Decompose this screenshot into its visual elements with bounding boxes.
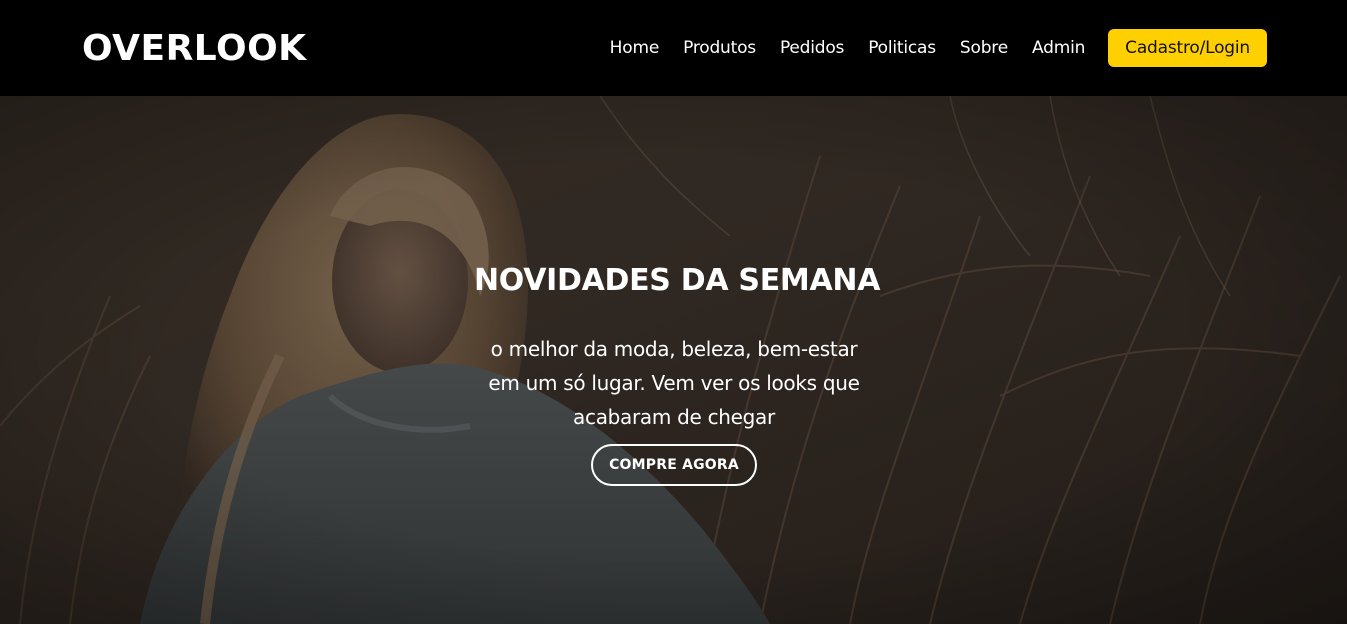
nav-politicas-link[interactable]: Politicas [868, 29, 936, 67]
hero-content: NOVIDADES DA SEMANA o melhor da moda, be… [474, 256, 881, 486]
shop-now-button[interactable]: COMPRE AGORA [591, 444, 757, 486]
hero-title: NOVIDADES DA SEMANA [474, 263, 881, 298]
nav-admin-link[interactable]: Admin [1032, 29, 1085, 67]
nav-sobre-link[interactable]: Sobre [960, 29, 1008, 67]
nav-produtos-link[interactable]: Produtos [683, 29, 756, 67]
hero-description: o melhor da moda, beleza, bem-estar em u… [488, 337, 860, 429]
brand-logo[interactable]: OVERLOOK [82, 28, 307, 70]
hero-banner: NOVIDADES DA SEMANA o melhor da moda, be… [0, 96, 1347, 624]
main-nav: Home Produtos Pedidos Politicas Sobre Ad… [610, 29, 1267, 67]
top-navbar: OVERLOOK Home Produtos Pedidos Politicas… [0, 0, 1347, 96]
nav-pedidos-link[interactable]: Pedidos [780, 29, 844, 67]
nav-home-link[interactable]: Home [610, 29, 660, 67]
login-button[interactable]: Cadastro/Login [1108, 29, 1267, 67]
